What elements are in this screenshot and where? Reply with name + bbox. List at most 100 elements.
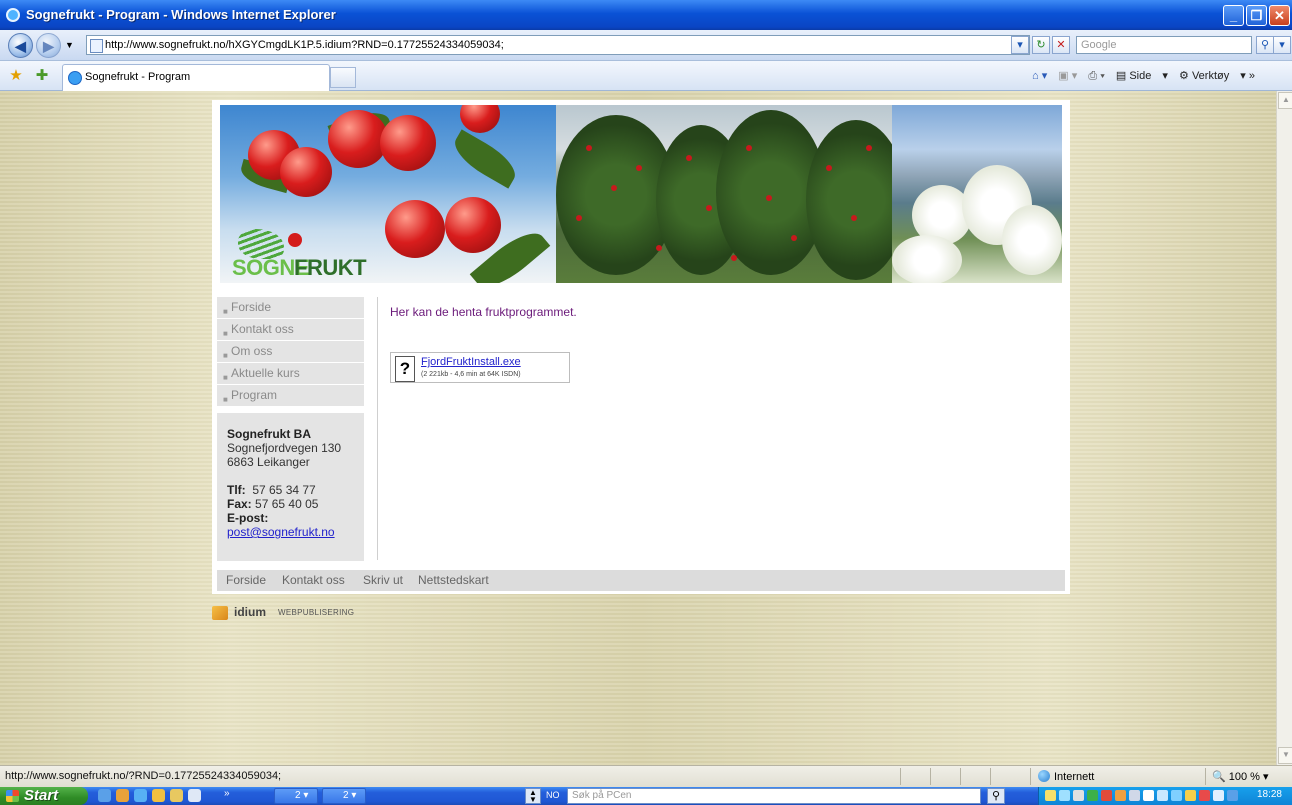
address-input[interactable]: http://www.sognefrukt.no/hXGYCmgdLK1P.5.… — [86, 35, 1030, 55]
tray-icon-8[interactable] — [1143, 790, 1154, 801]
feeds-icon[interactable]: ▣ ▾ — [1058, 70, 1077, 82]
sognefrukt-logo[interactable]: SOGNE FRUKT — [232, 227, 382, 280]
side-menu[interactable]: ▤ Side ▾ — [1116, 70, 1168, 82]
search-options-icon[interactable]: ▾ — [1273, 36, 1291, 54]
add-favorite-icon[interactable]: ✚ — [34, 68, 50, 84]
stop-icon[interactable]: ✕ — [1052, 36, 1070, 54]
language-indicator[interactable]: NO — [546, 790, 560, 800]
home-icon[interactable]: ⌂ ▾ — [1032, 70, 1047, 82]
taskbar-group-1[interactable]: 2 ▾ — [274, 788, 318, 804]
favorites-star-icon[interactable]: ★ — [8, 68, 24, 84]
tab-label: Sognefrukt - Program — [85, 71, 191, 83]
browser-tab[interactable]: Sognefrukt - Program — [62, 64, 330, 91]
sidebar-item-aktuelle-kurs[interactable]: ■ Aktuelle kurs — [217, 363, 364, 385]
window-title: Sognefrukt - Program - Windows Internet … — [26, 7, 336, 22]
page-icon — [90, 39, 103, 53]
clock: 18:28 — [1256, 789, 1282, 800]
bullet-icon: ■ — [223, 395, 228, 404]
apples-image: SOGNE FRUKT — [220, 105, 556, 283]
logo-text-frukt: FRUKT — [294, 255, 367, 280]
quicklaunch-ie-icon[interactable] — [134, 789, 147, 802]
globe-icon — [1038, 770, 1050, 782]
email-label: E-post: — [227, 511, 269, 525]
orchard-image — [556, 105, 906, 283]
footer-kontakt-oss[interactable]: Kontakt oss — [282, 573, 345, 587]
address-text: http://www.sognefrukt.no/hXGYCmgdLK1P.5.… — [105, 39, 504, 51]
deskbar-toggle-icon[interactable]: ▲ ▼ — [525, 788, 541, 804]
file-download[interactable]: ? FjordFruktInstall.exe (2 221kb - 4,6 m… — [390, 352, 570, 383]
zoom-label: 100 % — [1228, 771, 1260, 783]
footer-forside[interactable]: Forside — [226, 573, 266, 587]
quicklaunch-icon-2[interactable] — [116, 789, 129, 802]
vertical-scrollbar[interactable]: ▲ ▼ — [1276, 91, 1292, 765]
side-navigation: ■ Forside ■ Kontakt oss ■ Om oss ■ Aktuelle kur… — [217, 297, 364, 407]
tray-icon-13[interactable] — [1213, 790, 1224, 801]
volume-icon[interactable] — [1129, 790, 1140, 801]
status-bar: http://www.sognefrukt.no/?RND=0.17725524… — [0, 765, 1292, 787]
tray-icon-14[interactable] — [1227, 790, 1238, 801]
phone-line: Tlf: 57 65 34 77 — [227, 483, 354, 497]
fax-line: Fax: 57 65 40 05 — [227, 497, 354, 511]
quicklaunch-icon-6[interactable] — [188, 789, 201, 802]
address-line-1: Sognefjordvegen 130 — [227, 441, 342, 455]
print-icon[interactable]: ⎙ ▾ — [1088, 70, 1104, 82]
quicklaunch-icon-4[interactable] — [152, 789, 165, 802]
idium-sub: WEBPUBLISERING — [278, 608, 355, 617]
zoom-control[interactable]: 🔍 100 % ▾ — [1212, 770, 1269, 783]
windows-flag-icon — [6, 790, 19, 802]
desktop-search-icon[interactable]: ⚲ — [987, 788, 1005, 804]
scroll-down-icon[interactable]: ▼ — [1278, 747, 1292, 764]
close-button[interactable]: ✕ — [1269, 5, 1290, 26]
refresh-icon[interactable]: ↻ — [1032, 36, 1050, 54]
footer-nettstedskart[interactable]: Nettstedskart — [418, 573, 489, 587]
quicklaunch-folder-icon[interactable] — [170, 789, 183, 802]
tray-icon-12[interactable] — [1199, 790, 1210, 801]
sidebar-item-forside[interactable]: ■ Forside — [217, 297, 364, 319]
email-link[interactable]: post@sognefrukt.no — [227, 525, 335, 539]
back-button[interactable]: ◀ — [8, 33, 33, 58]
tray-icon-4[interactable] — [1087, 790, 1098, 801]
search-input[interactable]: Google — [1076, 36, 1252, 54]
tray-icon-2[interactable] — [1059, 790, 1070, 801]
address-dropdown-icon[interactable]: ▾ — [1011, 36, 1029, 54]
minimize-button[interactable]: _ — [1223, 5, 1244, 26]
ie-icon — [6, 8, 20, 22]
column-divider — [377, 297, 378, 560]
tools-menu[interactable]: ⚙ Verktøy ▾ » — [1179, 70, 1255, 82]
contact-box: Sognefrukt BA Sognefjordvegen 130 6863 L… — [217, 413, 364, 561]
maximize-button[interactable]: ❐ — [1246, 5, 1267, 26]
history-dropdown-icon[interactable]: ▼ — [65, 40, 74, 50]
sidebar-item-kontakt-oss[interactable]: ■ Kontakt oss — [217, 319, 364, 341]
sidebar-item-program[interactable]: ■ Program — [217, 385, 364, 407]
status-url: http://www.sognefrukt.no/?RND=0.17725524… — [5, 770, 282, 782]
scroll-up-icon[interactable]: ▲ — [1278, 92, 1292, 109]
file-link[interactable]: FjordFruktInstall.exe — [421, 356, 521, 368]
forward-button[interactable]: ▶ — [36, 33, 61, 58]
new-tab-button[interactable] — [330, 67, 356, 88]
system-tray: 18:28 — [1038, 787, 1292, 805]
start-button[interactable]: Start — [0, 787, 88, 805]
header-banner: SOGNE FRUKT — [220, 105, 1062, 283]
tray-icon-1[interactable] — [1045, 790, 1056, 801]
start-label: Start — [24, 787, 59, 804]
sidebar-item-label: Om oss — [231, 344, 273, 358]
footer-skriv-ut[interactable]: Skriv ut — [363, 573, 403, 587]
tray-icon-11[interactable] — [1185, 790, 1196, 801]
zone-indicator: Internett — [1038, 770, 1094, 783]
tray-icon-6[interactable] — [1115, 790, 1126, 801]
quicklaunch-more-icon[interactable]: » — [224, 788, 230, 799]
taskbar-group-2[interactable]: 2 ▾ — [322, 788, 366, 804]
tray-icon-3[interactable] — [1073, 790, 1084, 801]
tray-icon-5[interactable] — [1101, 790, 1112, 801]
network-icon[interactable] — [1157, 790, 1168, 801]
title-bar: Sognefrukt - Program - Windows Internet … — [0, 0, 1292, 30]
quicklaunch-icon-1[interactable] — [98, 789, 111, 802]
tray-icon-10[interactable] — [1171, 790, 1182, 801]
sidebar-item-om-oss[interactable]: ■ Om oss — [217, 341, 364, 363]
idium-logo[interactable]: idium WEBPUBLISERING — [212, 603, 412, 623]
desktop-search-input[interactable]: Søk på PCen — [567, 788, 981, 804]
tools-label: Verktøy — [1191, 70, 1230, 82]
unknown-file-icon: ? — [395, 356, 415, 382]
search-icon[interactable]: ⚲ — [1256, 36, 1274, 54]
company-name: Sognefrukt BA — [227, 427, 311, 441]
